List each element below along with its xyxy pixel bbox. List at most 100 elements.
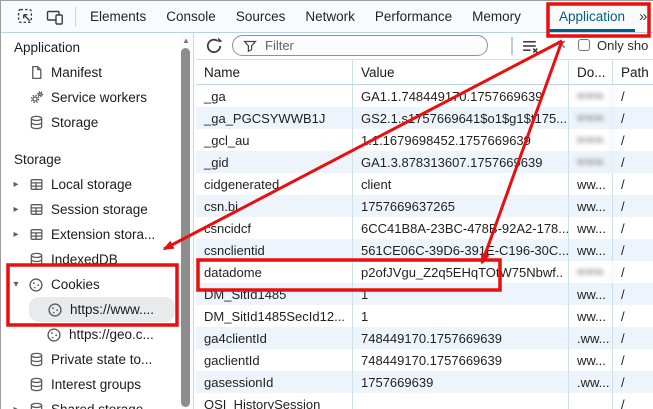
sidebar-item-private-state-tokens[interactable]: Private state to... — [1, 347, 193, 372]
cookie-name[interactable]: DM_SitId1485SecId12... — [196, 305, 353, 327]
cookie-name[interactable]: gasessionId — [196, 371, 353, 393]
sidebar-item-interest-groups[interactable]: Interest groups — [1, 372, 193, 397]
tab-network[interactable]: Network — [295, 1, 365, 32]
clear-filter-icon[interactable] — [521, 37, 540, 56]
cookie-name[interactable]: _ga — [196, 85, 353, 107]
cookie-value[interactable]: 1 — [353, 283, 569, 305]
cookie-value[interactable]: GA1.3.878313607.1757669639 — [353, 151, 569, 173]
cookie-path[interactable]: / — [613, 217, 653, 239]
sidebar-scrollbar[interactable]: ▲ — [179, 34, 193, 409]
column-header-name[interactable]: Name — [196, 60, 353, 84]
cookie-domain[interactable] — [569, 393, 613, 409]
cookie-name[interactable]: csn.bi — [196, 195, 353, 217]
table-row[interactable]: csncidcf 6CC41B8A-23BC-478B-92A2-178... … — [196, 217, 653, 239]
only-show-issue-checkbox[interactable] — [578, 39, 590, 51]
cookie-value[interactable]: 1757669637265 — [353, 195, 569, 217]
cookie-value[interactable]: 1.1.1679698452.1757669639 — [353, 129, 569, 151]
sidebar-item-local-storage[interactable]: ▸ Local storage — [1, 172, 193, 197]
cookie-path[interactable]: / — [613, 239, 653, 261]
sidebar-item-service-workers[interactable]: Service workers — [1, 85, 193, 110]
table-row[interactable]: ga4clientId 748449170.1757669639 .ww... … — [196, 327, 653, 349]
cookie-domain[interactable]: www. — [569, 107, 613, 129]
cookie-path[interactable]: / — [613, 349, 653, 371]
cookie-path[interactable]: / — [613, 85, 653, 107]
chevron-down-icon[interactable]: ▾ — [9, 279, 23, 290]
sidebar-item-cookies[interactable]: ▾ Cookies — [1, 272, 193, 297]
cookie-path[interactable]: / — [613, 305, 653, 327]
cookie-value[interactable]: p2ofJVgu_Z2q5EHqTOtW75Nbwf.. — [353, 261, 569, 283]
cookie-domain[interactable]: www. — [569, 129, 613, 151]
scroll-up-icon[interactable]: ▲ — [179, 36, 193, 45]
tab-sources[interactable]: Sources — [226, 1, 296, 32]
cookie-name[interactable]: _gcl_au — [196, 129, 353, 151]
cookie-name[interactable]: _gid — [196, 151, 353, 173]
refresh-icon[interactable] — [204, 36, 224, 56]
table-row[interactable]: csnclientid 561CE06C-39D6-391E-C196-30C.… — [196, 239, 653, 261]
cookie-domain[interactable]: .ww... — [569, 371, 613, 393]
cookie-domain[interactable]: ww... — [569, 217, 613, 239]
filter-input[interactable] — [263, 37, 447, 54]
cookie-value[interactable]: 748449170.1757669639 — [353, 327, 569, 349]
tab-elements[interactable]: Elements — [80, 1, 156, 32]
tab-application[interactable]: Application — [549, 1, 635, 32]
sidebar-item-storage[interactable]: Storage — [1, 110, 193, 135]
cookie-domain[interactable]: www. — [569, 85, 613, 107]
chevron-right-icon[interactable]: ▸ — [9, 179, 23, 190]
sidebar-item-cookies-www-origin[interactable]: https://www.... — [29, 297, 175, 322]
cookie-name[interactable]: _ga_PGCSYWWB1J — [196, 107, 353, 129]
cookie-domain[interactable]: ww... — [569, 195, 613, 217]
table-row[interactable]: DM_SitId1485 1 ww... / — [196, 283, 653, 305]
table-row[interactable]: DM_SitId1485SecId12... 1 ww... / — [196, 305, 653, 327]
cookie-path[interactable]: / — [613, 107, 653, 129]
cookie-value[interactable]: GS2.1.s1757669641$o1$g1$t175... — [353, 107, 569, 129]
inspect-element-icon[interactable] — [15, 7, 35, 27]
table-row[interactable]: _gcl_au 1.1.1679698452.1757669639 www. / — [196, 129, 653, 151]
cookie-name[interactable]: DM_SitId1485 — [196, 283, 353, 305]
cookie-domain[interactable]: ww... — [569, 173, 613, 195]
tab-memory[interactable]: Memory — [462, 1, 531, 32]
cookie-path[interactable]: / — [613, 371, 653, 393]
cookie-domain[interactable]: www. — [569, 261, 613, 283]
cookie-path[interactable]: / — [613, 261, 653, 283]
cookie-value[interactable]: GA1.1.748449170.1757669639 — [353, 85, 569, 107]
column-header-path[interactable]: Path — [613, 60, 653, 84]
cookie-path[interactable]: / — [613, 327, 653, 349]
tab-console[interactable]: Console — [156, 1, 226, 32]
chevron-right-icon[interactable]: ▸ — [9, 229, 23, 240]
cookie-name[interactable]: csnclientid — [196, 239, 353, 261]
sidebar-item-indexeddb[interactable]: IndexedDB — [1, 247, 193, 272]
cookie-path[interactable]: / — [613, 151, 653, 173]
column-header-value[interactable]: Value — [353, 60, 569, 84]
cookie-name[interactable]: QSI_HistorySession — [196, 393, 353, 409]
cookie-name[interactable]: ga4clientId — [196, 327, 353, 349]
cookie-value[interactable]: client — [353, 173, 569, 195]
cookie-value[interactable]: 6CC41B8A-23BC-478B-92A2-178... — [353, 217, 569, 239]
cookie-path[interactable]: / — [613, 129, 653, 151]
table-row[interactable]: csn.bi 1757669637265 ww... / — [196, 195, 653, 217]
table-row[interactable]: cidgenerated client ww... / — [196, 173, 653, 195]
cookie-domain[interactable]: ww... — [569, 305, 613, 327]
table-row[interactable]: gasessionId 1757669639 .ww... / — [196, 371, 653, 393]
chevron-right-icon[interactable]: ▸ — [9, 204, 23, 215]
cookie-domain[interactable]: ww... — [569, 349, 613, 371]
table-row[interactable]: _ga_PGCSYWWB1J GS2.1.s1757669641$o1$g1$t… — [196, 107, 653, 129]
cookie-value[interactable] — [353, 393, 569, 409]
cookie-value[interactable]: 1 — [353, 305, 569, 327]
cookie-value[interactable]: 748449170.1757669639 — [353, 349, 569, 371]
table-row[interactable]: QSI_HistorySession / — [196, 393, 653, 409]
cookie-value[interactable]: 561CE06C-39D6-391E-C196-30C... — [353, 239, 569, 261]
table-row[interactable]: gaclientId 748449170.1757669639 ww... / — [196, 349, 653, 371]
chevron-right-icon[interactable]: ▸ — [9, 404, 23, 409]
scrollbar-thumb[interactable] — [181, 48, 190, 407]
column-header-domain[interactable]: Do... — [569, 60, 613, 84]
sidebar-item-cookies-geo-origin[interactable]: https://geo.c... — [1, 322, 193, 347]
tab-performance[interactable]: Performance — [365, 1, 462, 32]
cookie-domain[interactable]: www. — [569, 151, 613, 173]
cookie-path[interactable]: / — [613, 173, 653, 195]
cookie-name[interactable]: datadome — [196, 261, 353, 283]
only-show-issue-label[interactable]: Only sho — [597, 38, 648, 53]
table-row[interactable]: _ga GA1.1.748449170.1757669639 www. / — [196, 85, 653, 107]
cookie-path[interactable]: / — [613, 393, 653, 409]
cookie-name[interactable]: csncidcf — [196, 217, 353, 239]
more-tabs-icon[interactable]: » — [635, 1, 653, 32]
